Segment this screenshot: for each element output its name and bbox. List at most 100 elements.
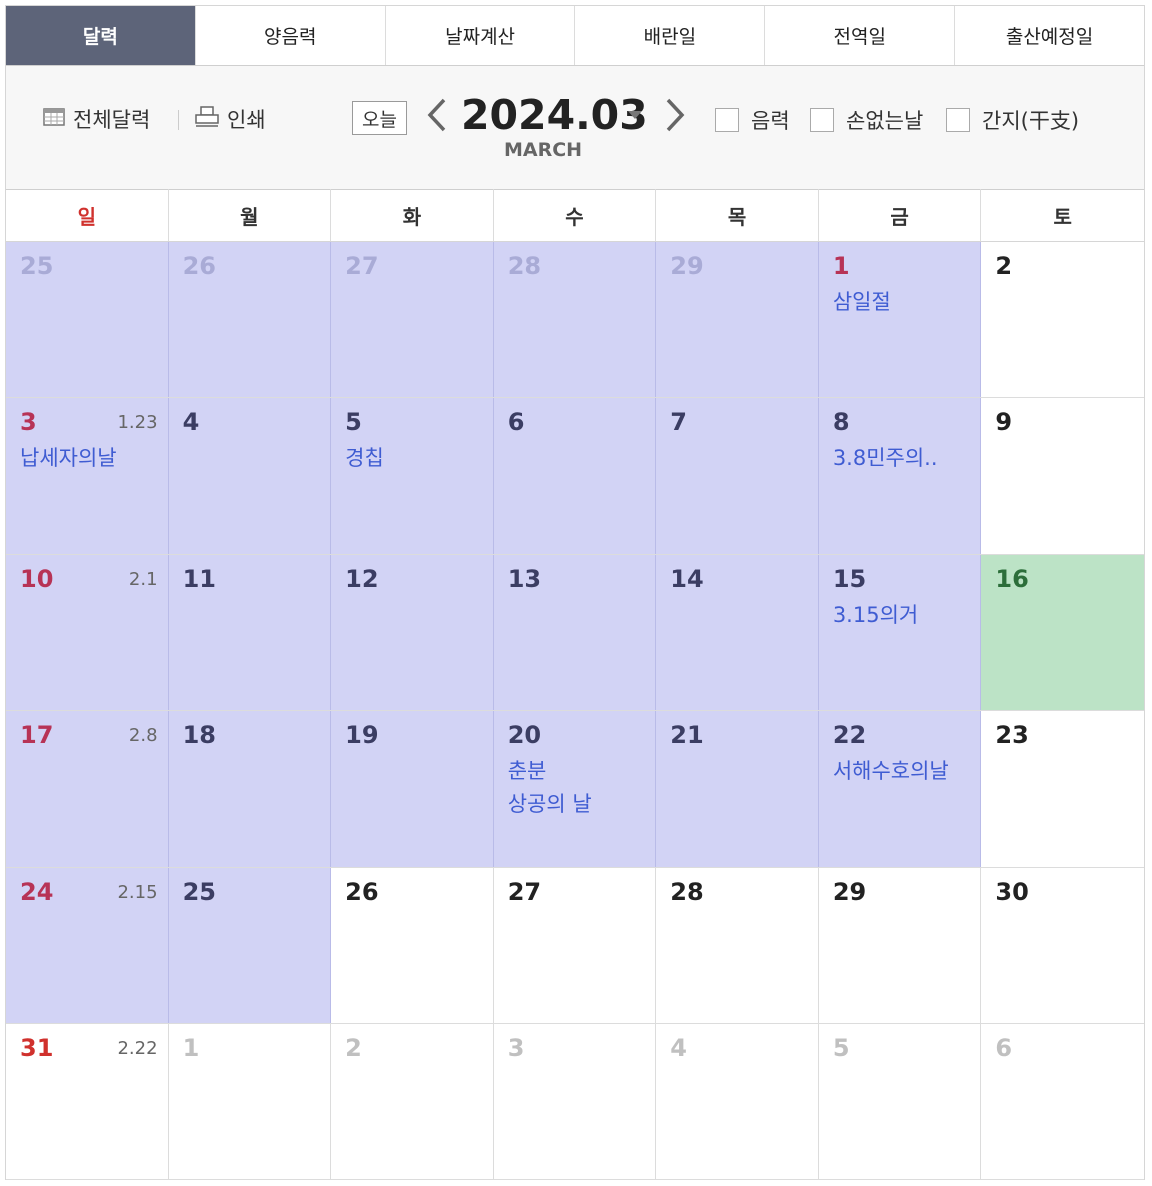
day-cell[interactable]: 29 xyxy=(819,867,982,1023)
day-number: 30 xyxy=(995,877,1029,906)
day-cell[interactable]: 4 xyxy=(168,398,332,554)
day-cell[interactable]: 15 3.15의거 xyxy=(818,554,982,711)
day-number: 14 xyxy=(670,564,704,593)
chevron-left-icon xyxy=(424,98,450,138)
event-list: 3.15의거 xyxy=(833,599,975,632)
lunar-checkbox[interactable]: 음력 xyxy=(715,105,790,135)
weekday-sat: 토 xyxy=(1053,204,1072,229)
day-cell[interactable]: 25 xyxy=(6,242,169,398)
day-cell[interactable]: 2 xyxy=(331,1023,494,1180)
day-number: 2 xyxy=(995,252,1013,280)
day-cell[interactable]: 7 xyxy=(656,398,819,554)
holiday-event[interactable]: 서해수호의날 xyxy=(833,755,975,788)
day-cell[interactable]: 18 xyxy=(168,711,332,867)
day-cell[interactable]: 4 xyxy=(656,1023,819,1180)
day-cell[interactable]: 25 xyxy=(168,867,332,1023)
week-row: 3 1.23 납세자의날 4 5 경칩 6 7 8 3.8민주의.. 9 xyxy=(6,398,1144,555)
holiday-event[interactable]: 상공의 날 xyxy=(508,788,650,821)
day-number: 2 xyxy=(345,1033,362,1062)
month-english-label: MARCH xyxy=(504,139,583,161)
day-cell[interactable]: 19 xyxy=(331,711,494,867)
weekday-header: 일 월 화 수 목 금 토 xyxy=(6,189,1144,242)
ganji-checkbox[interactable]: 간지(干支) xyxy=(946,105,1079,135)
holiday-event[interactable]: 경칩 xyxy=(345,442,487,475)
checkbox-box[interactable] xyxy=(810,108,834,132)
day-cell[interactable]: 5 경칩 xyxy=(331,398,494,554)
holiday-event[interactable]: 3.8민주의.. xyxy=(833,442,975,475)
day-cell[interactable]: 24 2.15 xyxy=(6,867,169,1023)
day-cell[interactable]: 8 3.8민주의.. xyxy=(818,398,982,554)
day-cell[interactable]: 26 xyxy=(168,242,332,398)
next-month-button[interactable] xyxy=(662,96,688,134)
tab-ovulation[interactable]: 배란일 xyxy=(575,6,766,65)
day-cell[interactable]: 21 xyxy=(656,711,819,867)
lucky-day-checkbox[interactable]: 손없는날 xyxy=(810,105,923,135)
weekday-fri: 금 xyxy=(819,189,982,241)
day-cell[interactable]: 27 xyxy=(331,242,494,398)
weekday-thu: 목 xyxy=(656,189,819,241)
day-cell[interactable]: 17 2.8 xyxy=(6,711,169,867)
day-cell[interactable]: 9 xyxy=(981,398,1144,553)
day-number: 3 xyxy=(507,1033,525,1062)
lunar-date: 2.15 xyxy=(117,881,158,903)
day-cell[interactable]: 13 xyxy=(493,554,657,711)
day-cell[interactable]: 5 xyxy=(819,1023,982,1180)
day-cell-today[interactable]: 16 xyxy=(981,554,1144,711)
day-cell[interactable]: 23 xyxy=(981,711,1144,866)
full-calendar-link[interactable]: 전체달력 xyxy=(43,104,150,134)
day-cell[interactable]: 11 xyxy=(168,554,332,711)
day-cell[interactable]: 1 삼일절 xyxy=(818,242,982,398)
today-button[interactable]: 오늘 xyxy=(352,101,407,135)
week-row: 10 2.1 11 12 13 14 15 3.15의거 16 xyxy=(6,554,1144,712)
print-label: 인쇄 xyxy=(227,108,266,132)
tab-solar-lunar[interactable]: 양음력 xyxy=(196,6,386,65)
toolbar: 전체달력 인쇄 오늘 2024.03 MARCH 음력 손없는날 간지(干支) xyxy=(6,66,1144,190)
day-cell[interactable]: 28 xyxy=(656,867,819,1023)
calendar-grid-icon xyxy=(43,107,65,132)
checkbox-box[interactable] xyxy=(715,108,739,132)
tab-date-calc[interactable]: 날짜계산 xyxy=(386,6,576,65)
day-number: 5 xyxy=(345,408,362,437)
day-cell[interactable]: 20 춘분 상공의 날 xyxy=(493,711,657,867)
tab-due-date[interactable]: 출산예정일 xyxy=(955,6,1144,65)
year-month-title[interactable]: 2024.03 xyxy=(461,90,648,140)
day-number: 15 xyxy=(832,564,867,593)
tab-calendar[interactable]: 달력 xyxy=(6,6,196,65)
week-row: 25 26 27 28 29 1 삼일절 2 xyxy=(6,242,1144,399)
day-cell[interactable]: 6 xyxy=(981,1024,1144,1179)
holiday-event[interactable]: 3.15의거 xyxy=(833,599,975,632)
day-cell[interactable]: 26 xyxy=(331,867,494,1023)
day-cell[interactable]: 3 xyxy=(494,1023,657,1180)
holiday-event[interactable]: 납세자의날 xyxy=(20,442,162,475)
day-cell[interactable]: 10 2.1 xyxy=(6,554,169,711)
day-number: 1 xyxy=(182,1033,200,1062)
prev-month-button[interactable] xyxy=(424,96,450,134)
tab-discharge[interactable]: 전역일 xyxy=(765,6,956,65)
holiday-event[interactable]: 삼일절 xyxy=(833,286,975,319)
weekday-sun: 일 xyxy=(6,189,169,241)
day-number: 4 xyxy=(182,408,200,437)
day-cell[interactable]: 30 xyxy=(981,868,1144,1023)
day-cell[interactable]: 6 xyxy=(493,398,657,554)
day-number: 31 xyxy=(20,1033,54,1062)
holiday-event[interactable]: 춘분 xyxy=(508,755,650,788)
day-cell[interactable]: 2 xyxy=(981,242,1144,397)
day-cell[interactable]: 1 xyxy=(169,1023,332,1180)
day-cell[interactable]: 31 2.22 xyxy=(6,1023,169,1180)
day-cell[interactable]: 12 xyxy=(331,554,494,711)
day-cell[interactable]: 29 xyxy=(656,242,819,398)
event-list: 납세자의날 xyxy=(20,442,162,475)
day-number: 29 xyxy=(832,877,867,906)
day-number: 27 xyxy=(507,877,542,906)
day-cell[interactable]: 14 xyxy=(656,554,819,711)
day-number: 19 xyxy=(345,721,379,750)
day-cell[interactable]: 22 서해수호의날 xyxy=(818,711,982,867)
full-calendar-label: 전체달력 xyxy=(73,108,151,132)
day-cell[interactable]: 28 xyxy=(493,242,657,398)
print-link[interactable]: 인쇄 xyxy=(195,104,266,134)
day-cell[interactable]: 3 1.23 납세자의날 xyxy=(6,398,169,554)
day-cell[interactable]: 27 xyxy=(494,867,657,1023)
ganji-checkbox-label: 간지(干支) xyxy=(982,109,1080,133)
caret-down-icon[interactable] xyxy=(628,111,642,119)
checkbox-box[interactable] xyxy=(946,108,970,132)
